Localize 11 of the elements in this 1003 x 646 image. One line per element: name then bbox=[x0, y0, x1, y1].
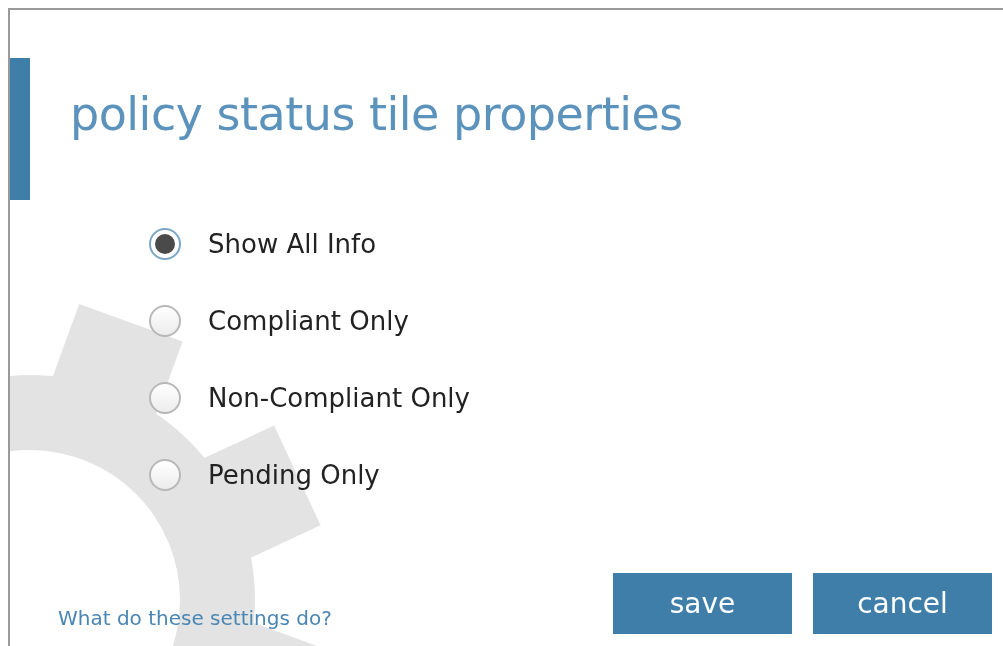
radio-button[interactable] bbox=[149, 305, 181, 337]
dialog-title: policy status tile properties bbox=[70, 87, 683, 141]
radio-button[interactable] bbox=[149, 228, 181, 260]
radio-button[interactable] bbox=[149, 382, 181, 414]
option-label: Non-Compliant Only bbox=[208, 383, 470, 413]
save-button[interactable]: save bbox=[613, 573, 792, 634]
option-label: Show All Info bbox=[208, 229, 377, 259]
option-label: Pending Only bbox=[208, 460, 380, 490]
option-label: Compliant Only bbox=[208, 306, 409, 336]
cancel-button[interactable]: cancel bbox=[813, 573, 992, 634]
help-link[interactable]: What do these settings do? bbox=[58, 606, 332, 630]
